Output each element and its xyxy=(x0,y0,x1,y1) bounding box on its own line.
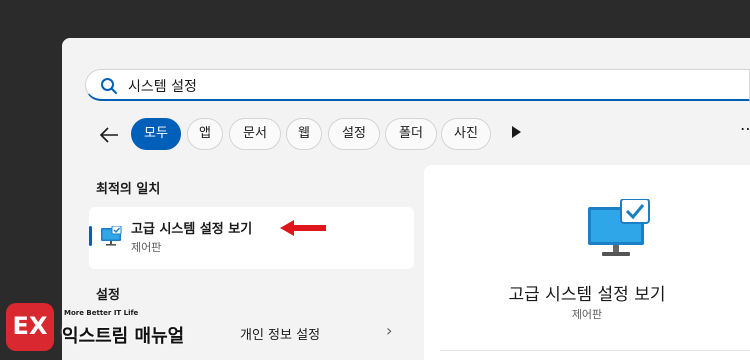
best-match-heading: 최적의 일치 xyxy=(96,182,161,197)
watermark-logo: EX xyxy=(6,303,54,351)
search-box[interactable]: 시스템 설정 xyxy=(85,69,750,101)
more-options-icon[interactable]: ⋯ xyxy=(740,119,750,138)
arrow-left-icon[interactable] xyxy=(98,124,120,146)
filter-web[interactable]: 웹 xyxy=(286,118,322,150)
filter-apps[interactable]: 앱 xyxy=(187,118,223,150)
filter-settings[interactable]: 설정 xyxy=(328,118,380,150)
settings-heading: 설정 xyxy=(96,288,120,303)
filter-folders[interactable]: 폴더 xyxy=(385,118,437,150)
preview-title: 고급 시스템 설정 보기 xyxy=(508,285,666,305)
search-input[interactable]: 시스템 설정 xyxy=(128,76,197,96)
watermark-tagline: More Better IT Life xyxy=(64,309,139,317)
watermark-name: 익스트림 매뉴얼 xyxy=(62,326,185,347)
monitor-check-icon xyxy=(588,199,650,256)
filter-documents[interactable]: 문서 xyxy=(229,118,281,150)
play-icon[interactable] xyxy=(512,126,521,138)
best-match-title: 고급 시스템 설정 보기 xyxy=(131,222,253,237)
preview-pane xyxy=(424,165,750,360)
best-match-result[interactable] xyxy=(89,207,414,269)
filter-all[interactable]: 모두 xyxy=(131,118,181,150)
preview-divider xyxy=(440,350,750,351)
filter-photos[interactable]: 사진 xyxy=(441,118,491,150)
selection-indicator xyxy=(89,226,92,246)
preview-subtitle: 제어판 xyxy=(571,308,603,321)
chevron-right-icon[interactable]: › xyxy=(386,321,392,340)
best-match-subtitle: 제어판 xyxy=(131,241,162,254)
settings-item-label[interactable]: 개인 정보 설정 xyxy=(240,324,320,343)
annotation-arrow-icon xyxy=(280,220,326,236)
search-icon xyxy=(101,78,117,94)
monitor-check-icon xyxy=(101,226,122,246)
watermark-logo-text: EX xyxy=(12,312,48,340)
